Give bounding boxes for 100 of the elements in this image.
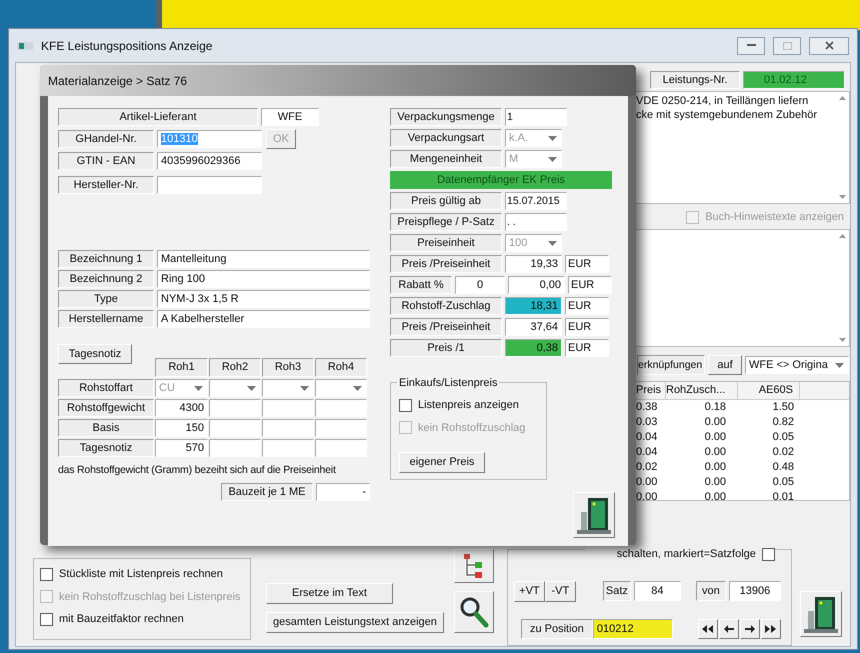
text-field[interactable]: 4035996029366 xyxy=(157,152,262,170)
checkbox-label: Listenpreis anzeigen xyxy=(418,398,519,413)
table-cell-text: 0.03 xyxy=(635,415,658,430)
link-button[interactable]: auf xyxy=(708,355,742,375)
record-field[interactable]: 84 xyxy=(634,581,681,602)
tree-button[interactable] xyxy=(454,549,494,583)
field-label: Preispflege / P-Satz xyxy=(390,213,502,231)
group-caption: schalten, markiert=Satzfolge xyxy=(616,546,756,562)
double-left-arrow-icon xyxy=(702,625,714,634)
number-field[interactable] xyxy=(209,399,261,417)
number-field[interactable] xyxy=(209,439,261,457)
number-field[interactable] xyxy=(315,399,367,417)
table-header-cell[interactable]: AE60S xyxy=(738,382,800,399)
text-field[interactable] xyxy=(157,176,262,194)
row-label: Basis xyxy=(58,419,154,437)
checkbox[interactable] xyxy=(762,548,775,560)
minimize-icon xyxy=(746,44,756,47)
dropdown[interactable] xyxy=(209,379,261,397)
text-field[interactable]: Mantelleitung xyxy=(157,250,370,268)
total-field[interactable]: 13906 xyxy=(728,581,781,602)
number-field[interactable] xyxy=(262,399,314,417)
table-header-cell[interactable]: RohZusch... xyxy=(666,382,738,399)
field-label: von xyxy=(696,581,726,602)
number-field[interactable]: 150 xyxy=(155,419,208,437)
text-field[interactable]: NYM-J 3x 1,5 R xyxy=(157,290,370,308)
text-field[interactable]: 1 xyxy=(505,108,567,126)
table-cell-text: 0.82 xyxy=(772,415,795,430)
column-header: Roh4 xyxy=(315,358,367,377)
table-cell-text: 0.00 xyxy=(704,445,727,460)
dropdown-arrow-icon xyxy=(353,386,362,390)
exit-button[interactable] xyxy=(573,492,615,538)
unit-text: EUR xyxy=(565,255,609,273)
exit-button[interactable] xyxy=(800,591,842,637)
field-label: Mengeneinheit xyxy=(390,150,502,168)
last-record-button[interactable] xyxy=(760,619,781,640)
scroll-up-icon[interactable] xyxy=(839,234,846,238)
text-button[interactable]: Ersetze im Text xyxy=(266,583,393,604)
column-header: Roh2 xyxy=(209,358,261,377)
field-label: Verpackungsmenge xyxy=(390,108,502,126)
amount-field[interactable]: 18,31 xyxy=(505,297,562,315)
field-label: Rohstoff-Zuschlag xyxy=(390,297,502,315)
dropdown-arrow-icon xyxy=(194,386,203,390)
field-label: Verpackungsart xyxy=(390,129,502,147)
hierarchy-icon xyxy=(462,553,485,579)
number-field[interactable] xyxy=(315,419,367,437)
previous-record-button[interactable] xyxy=(718,619,739,640)
supplier-field[interactable]: WFE xyxy=(261,108,319,126)
position-field[interactable]: 010212 xyxy=(592,619,673,640)
vt-button[interactable]: +VT xyxy=(514,580,545,602)
maximize-button[interactable] xyxy=(773,36,801,54)
text-field[interactable]: 15.07.2015 xyxy=(505,192,567,210)
unit-text: EUR xyxy=(568,276,612,294)
first-record-button[interactable] xyxy=(698,619,718,640)
amount-field[interactable]: 19,33 xyxy=(505,255,562,273)
checkbox-label: kein Rohstoffzuschlag xyxy=(418,420,526,436)
close-button[interactable] xyxy=(809,36,849,54)
scroll-down-icon[interactable] xyxy=(839,195,846,199)
amount-field[interactable]: 0,38 xyxy=(505,339,562,357)
text-field[interactable]: Ring 100 xyxy=(157,270,370,288)
table-cell-text: 0.00 xyxy=(704,415,727,430)
table-cell-text: 0.00 xyxy=(704,475,727,490)
checkbox[interactable] xyxy=(40,568,53,581)
percent-field[interactable]: 0 xyxy=(455,276,505,294)
number-field[interactable] xyxy=(315,439,367,457)
field-label: GTIN - EAN xyxy=(58,152,154,170)
checkbox[interactable] xyxy=(399,398,412,412)
number-field[interactable] xyxy=(262,439,314,457)
dropdown-arrow-icon xyxy=(548,156,557,162)
text-field[interactable]: . . xyxy=(505,213,567,231)
text-field[interactable]: A Kabelhersteller xyxy=(157,310,370,328)
column-header: Roh3 xyxy=(262,358,314,377)
note-button[interactable]: Tagesnotiz xyxy=(58,344,132,364)
checkbox[interactable] xyxy=(40,612,53,626)
app-icon xyxy=(17,40,33,52)
unit-text: EUR xyxy=(565,318,609,336)
field-label: Preis /Preiseinheit xyxy=(390,318,502,336)
dropdown[interactable] xyxy=(262,379,314,397)
amount-field[interactable]: 0,00 xyxy=(508,276,565,294)
own-price-button[interactable]: eigener Preis xyxy=(399,452,485,473)
number-field[interactable] xyxy=(262,419,314,437)
scroll-up-icon[interactable] xyxy=(839,96,846,100)
text-button[interactable]: gesamten Leistungstext anzeigen xyxy=(266,612,444,633)
time-field[interactable]: - xyxy=(316,482,370,501)
dropdown[interactable] xyxy=(315,379,367,397)
table-cell-text: 0.00 xyxy=(635,475,658,490)
number-field[interactable] xyxy=(209,419,261,437)
search-button[interactable] xyxy=(454,591,494,633)
vt-button[interactable]: -VT xyxy=(544,580,576,602)
field-label: Preis /1 xyxy=(390,339,502,357)
scroll-down-icon[interactable] xyxy=(839,338,846,342)
dropdown[interactable]: WFE <> Origina xyxy=(745,356,849,374)
left-arrow-icon xyxy=(724,625,734,634)
number-field[interactable]: 570 xyxy=(155,439,208,457)
number-field[interactable]: 4300 xyxy=(155,399,208,417)
field-label: Type xyxy=(58,290,154,308)
next-record-button[interactable] xyxy=(740,619,760,640)
table-cell-text: 0.18 xyxy=(704,400,727,415)
table-cell-text: 0.05 xyxy=(772,475,795,490)
minimize-button[interactable] xyxy=(737,36,765,54)
amount-field[interactable]: 37,64 xyxy=(505,318,562,336)
